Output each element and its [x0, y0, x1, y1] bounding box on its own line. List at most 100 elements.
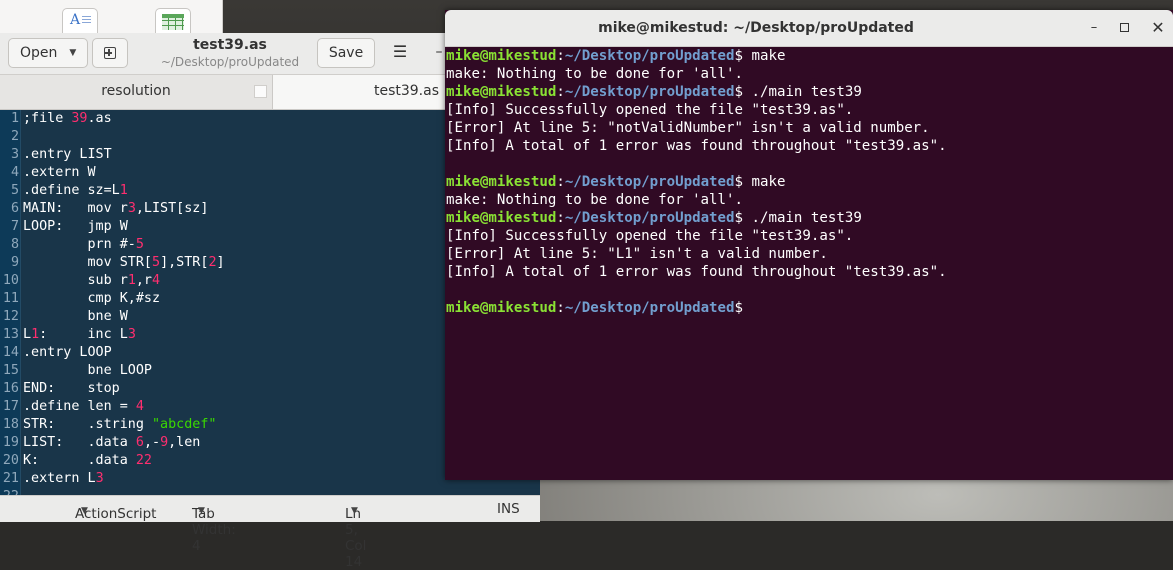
- code-text: sub r1,r4: [23, 273, 161, 288]
- save-button[interactable]: Save: [317, 38, 375, 68]
- command-text: ./main test39: [743, 210, 862, 226]
- prompt-user: mike@mikestud: [446, 84, 557, 100]
- background-window-toolbar: A: [0, 0, 223, 33]
- line-number: 21: [2, 471, 19, 486]
- code-text: .define sz=L1: [23, 183, 128, 198]
- tab-resolution[interactable]: resolution: [0, 75, 272, 109]
- code-line[interactable]: 22: [0, 488, 540, 495]
- command-text: make: [743, 174, 786, 190]
- line-number: 8: [10, 237, 19, 252]
- command-text: ./main test39: [743, 84, 862, 100]
- terminal-output-line: [Info] A total of 1 error was found thro…: [446, 264, 947, 280]
- prompt-symbol: $: [734, 300, 744, 316]
- line-number: 17: [2, 399, 19, 414]
- hamburger-menu-icon[interactable]: ☰: [382, 38, 418, 68]
- prompt-path: ~/Desktop/proUpdated: [564, 48, 735, 64]
- code-text: .define len = 4: [23, 399, 144, 414]
- line-number: 14: [2, 345, 19, 360]
- prompt-user: mike@mikestud: [446, 210, 557, 226]
- terminal-output-line: make: Nothing to be done for 'all'.: [446, 192, 743, 208]
- prompt-separator: :: [556, 174, 565, 190]
- line-number: 16: [2, 381, 19, 396]
- terminal-output-line: [Info] Successfully opened the file "tes…: [446, 228, 854, 244]
- terminal-title: mike@mikestud: ~/Desktop/proUpdated: [598, 20, 914, 36]
- code-text: END: stop: [23, 381, 120, 396]
- editor-file-name: test39.as: [193, 37, 267, 53]
- terminal-output-line: [Error] At line 5: "notValidNumber" isn'…: [446, 120, 930, 136]
- code-text: LIST: .data 6,-9,len: [23, 435, 201, 450]
- terminal-output-line: [Info] A total of 1 error was found thro…: [446, 138, 947, 154]
- prompt-path: ~/Desktop/proUpdated: [564, 210, 735, 226]
- terminal-output[interactable]: mike@mikestud:~/Desktop/proUpdated$ make…: [445, 47, 1173, 480]
- line-number: 2: [10, 129, 19, 144]
- editor-file-path: ~/Desktop/proUpdated: [160, 55, 300, 69]
- terminal-output-line: [Info] Successfully opened the file "tes…: [446, 102, 854, 118]
- open-button-label: Open: [20, 45, 58, 61]
- line-number: 19: [2, 435, 19, 450]
- line-number: 4: [10, 165, 19, 180]
- line-number: 11: [2, 291, 19, 306]
- line-number: 10: [2, 273, 19, 288]
- code-text: LOOP: jmp W: [23, 219, 128, 234]
- close-tab-icon[interactable]: [254, 85, 267, 98]
- chevron-down-icon: ▼: [81, 506, 88, 516]
- prompt-path: ~/Desktop/proUpdated: [564, 84, 735, 100]
- code-text: .extern W: [23, 165, 96, 180]
- line-number: 12: [2, 309, 19, 324]
- code-text: .entry LIST: [23, 147, 112, 162]
- terminal-prompt-line: mike@mikestud:~/Desktop/proUpdated$: [446, 299, 743, 317]
- terminal-headerbar: mike@mikestud: ~/Desktop/proUpdated – ✕: [445, 10, 1173, 47]
- terminal-output-line: make: Nothing to be done for 'all'.: [446, 66, 743, 82]
- line-number: 18: [2, 417, 19, 432]
- chevron-down-icon: ▼: [69, 48, 77, 58]
- prompt-symbol: $: [734, 84, 744, 100]
- prompt-separator: :: [556, 210, 565, 226]
- code-text: MAIN: mov r3,LIST[sz]: [23, 201, 209, 216]
- code-text: bne W: [23, 309, 128, 324]
- chevron-down-icon: ▼: [198, 506, 205, 516]
- new-tab-button[interactable]: [92, 38, 128, 68]
- code-text: .entry LOOP: [23, 345, 112, 360]
- line-number: 22: [0, 488, 20, 495]
- code-text: mov STR[5],STR[2]: [23, 255, 225, 270]
- status-bar: ActionScript ▼ Tab Width: 4 ▼ Ln 5, Col 14…: [0, 495, 540, 570]
- terminal-prompt-line: mike@mikestud:~/Desktop/proUpdated$ make: [446, 173, 785, 191]
- prompt-separator: :: [556, 48, 565, 64]
- prompt-separator: :: [556, 84, 565, 100]
- code-text: K: .data 22: [23, 453, 152, 468]
- new-tab-icon: [104, 47, 116, 59]
- spreadsheet-icon[interactable]: [155, 8, 191, 33]
- line-number: 15: [2, 363, 19, 378]
- tab-label: test39.as: [373, 83, 440, 99]
- prompt-user: mike@mikestud: [446, 174, 557, 190]
- minimize-icon[interactable]: –: [1084, 18, 1104, 38]
- line-number: 7: [10, 219, 19, 234]
- line-number: 1: [10, 111, 19, 126]
- terminal-prompt-line: mike@mikestud:~/Desktop/proUpdated$ ./ma…: [446, 209, 862, 227]
- close-icon[interactable]: ✕: [1148, 18, 1168, 38]
- terminal-prompt-line: mike@mikestud:~/Desktop/proUpdated$ ./ma…: [446, 83, 862, 101]
- document-icon[interactable]: A: [62, 8, 98, 33]
- code-text: ;file 39.as: [23, 111, 112, 126]
- terminal-prompt-line: mike@mikestud:~/Desktop/proUpdated$ make: [446, 47, 785, 65]
- line-number: 20: [2, 453, 19, 468]
- code-text: cmp K,#sz: [23, 291, 161, 306]
- code-text: L1: inc L3: [23, 327, 136, 342]
- minimize-icon[interactable]: –: [432, 38, 446, 68]
- prompt-symbol: $: [734, 48, 744, 64]
- code-text: .extern L3: [23, 471, 104, 486]
- code-text: bne LOOP: [23, 363, 152, 378]
- line-number: 9: [10, 255, 19, 270]
- prompt-path: ~/Desktop/proUpdated: [564, 300, 735, 316]
- maximize-icon[interactable]: [1115, 18, 1135, 38]
- line-number: 6: [10, 201, 19, 216]
- editor-title: test39.as ~/Desktop/proUpdated: [130, 36, 330, 70]
- chevron-down-icon: ▼: [351, 506, 358, 516]
- open-button[interactable]: Open ▼: [8, 38, 88, 68]
- line-number: 3: [10, 147, 19, 162]
- prompt-symbol: $: [734, 174, 744, 190]
- insert-mode-indicator: INS: [497, 501, 520, 517]
- prompt-symbol: $: [734, 210, 744, 226]
- prompt-user: mike@mikestud: [446, 300, 557, 316]
- tab-label: resolution: [101, 83, 171, 99]
